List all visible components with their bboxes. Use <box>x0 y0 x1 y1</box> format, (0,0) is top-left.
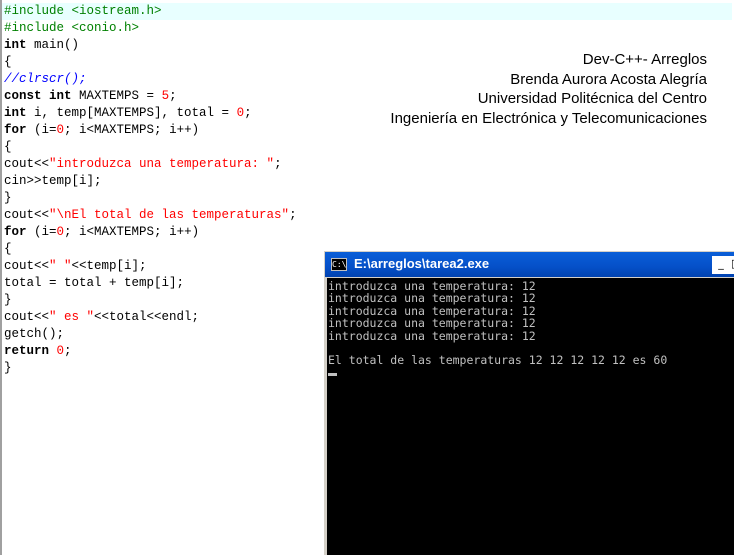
code-token: 0 <box>236 106 245 120</box>
code-line[interactable]: { <box>4 241 12 258</box>
code-token: getch(); <box>4 327 65 341</box>
code-line[interactable]: getch(); <box>4 326 64 343</box>
code-token: const <box>4 89 42 103</box>
code-token: cout<< <box>4 310 50 324</box>
console-app-icon[interactable]: C:\ <box>331 258 347 271</box>
code-token: 0 <box>56 344 65 358</box>
code-token: ; <box>289 208 297 222</box>
code-line[interactable]: cout<<" "<<temp[i]; <box>4 258 147 275</box>
code-token: { <box>4 140 12 154</box>
console-output-line: introduzca una temperatura: 12 <box>328 279 536 293</box>
code-line[interactable]: cin>>temp[i]; <box>4 173 102 190</box>
console-window[interactable]: C:\ E:\arreglos\tarea2.exe _ □ introduzc… <box>324 251 734 555</box>
code-token: ; <box>244 106 252 120</box>
console-output-area[interactable]: introduzca una temperatura: 12 introduzca… <box>327 278 734 555</box>
code-token: ; <box>274 157 282 171</box>
code-token: 0 <box>56 123 65 137</box>
code-line[interactable]: cout<<" es "<<total<<endl; <box>4 309 199 326</box>
credits-title: Dev-C++- Arreglos <box>582 51 707 68</box>
code-token: { <box>4 242 12 256</box>
code-line[interactable]: } <box>4 360 12 377</box>
code-token: "\nEl total de las temperaturas" <box>49 208 290 222</box>
console-output-line: introduzca una temperatura: 12 <box>328 291 536 306</box>
code-token: MAXTEMPS = <box>71 89 162 103</box>
code-line[interactable]: #include <iostream.h> <box>2 3 732 20</box>
code-token: total = total + temp[i]; <box>4 276 185 290</box>
maximize-button[interactable]: □ <box>730 256 734 274</box>
credits-university: Universidad Politécnica del Centro <box>477 90 707 107</box>
code-token: for <box>4 225 27 239</box>
code-line[interactable]: //clrscr(); <box>4 71 87 88</box>
code-token: <<total<<endl; <box>94 310 200 324</box>
credits-author: Brenda Aurora Acosta Alegría <box>510 70 707 88</box>
code-token: i, temp[MAXTEMPS], total = <box>26 106 237 120</box>
code-token: //clrscr(); <box>4 72 87 86</box>
code-token: ; i<MAXTEMPS; i++) <box>64 225 200 239</box>
console-title: E:\arreglos\tarea2.exe <box>354 256 490 271</box>
code-token: for <box>4 123 27 137</box>
code-token: 5 <box>161 89 170 103</box>
code-line[interactable]: total = total + temp[i]; <box>4 275 184 292</box>
code-token: 0 <box>56 225 65 239</box>
code-token: cout<< <box>4 157 50 171</box>
code-line[interactable]: return 0; <box>4 343 72 360</box>
code-token: } <box>4 361 12 375</box>
code-line[interactable]: for (i=0; i<MAXTEMPS; i++) <box>4 224 199 241</box>
code-line[interactable]: int main() <box>4 37 79 54</box>
code-line[interactable]: } <box>4 292 12 309</box>
console-output-line: introduzca una temperatura: 12 <box>328 316 536 331</box>
minimize-button[interactable]: _ <box>712 256 730 274</box>
console-output-line: introduzca una temperatura: 12 <box>328 328 536 343</box>
code-token: " " <box>49 259 72 273</box>
code-token: cout<< <box>4 259 50 273</box>
code-token: ; i<MAXTEMPS; i++) <box>64 123 200 137</box>
code-line[interactable]: { <box>4 54 12 71</box>
code-line[interactable]: int i, temp[MAXTEMPS], total = 0; <box>4 105 252 122</box>
code-token: int <box>4 106 27 120</box>
author-credits: Dev-C++- Arreglos Brenda Aurora Acosta A… <box>390 50 707 128</box>
code-token: (i= <box>26 225 57 239</box>
code-token: main() <box>26 38 80 52</box>
console-titlebar[interactable]: C:\ E:\arreglos\tarea2.exe _ □ <box>325 252 734 277</box>
code-token: { <box>4 55 12 69</box>
code-token: <<temp[i]; <box>71 259 147 273</box>
code-token: int <box>49 89 72 103</box>
code-line[interactable]: { <box>4 139 12 156</box>
code-token: cout<< <box>4 208 50 222</box>
code-line[interactable]: } <box>4 190 12 207</box>
console-output-line: introduzca una temperatura: 12 <box>328 303 536 318</box>
code-token: #include <conio.h> <box>4 21 140 35</box>
code-token: return <box>4 344 50 358</box>
code-token: "introduzca una temperatura: " <box>49 157 275 171</box>
console-output-line: El total de las temperaturas 12 12 12 12… <box>328 353 668 368</box>
code-line[interactable]: #include <conio.h> <box>4 20 139 37</box>
editor-gutter <box>0 0 2 555</box>
code-token: (i= <box>26 123 57 137</box>
code-token: " es " <box>49 310 95 324</box>
code-line[interactable]: for (i=0; i<MAXTEMPS; i++) <box>4 122 199 139</box>
code-line[interactable]: cout<<"\nEl total de las temperaturas"; <box>4 207 297 224</box>
code-line[interactable]: const int MAXTEMPS = 5; <box>4 88 177 105</box>
code-token: ; <box>64 344 72 358</box>
code-token: #include <iostream.h> <box>4 4 162 18</box>
code-token: ; <box>169 89 177 103</box>
credits-program: Ingeniería en Electrónica y Telecomunica… <box>390 109 707 127</box>
code-token: } <box>4 293 12 307</box>
code-token: } <box>4 191 12 205</box>
console-cursor <box>328 373 337 376</box>
code-token: int <box>4 38 27 52</box>
code-token: cin>>temp[i]; <box>4 174 102 188</box>
code-line[interactable]: cout<<"introduzca una temperatura: "; <box>4 156 282 173</box>
